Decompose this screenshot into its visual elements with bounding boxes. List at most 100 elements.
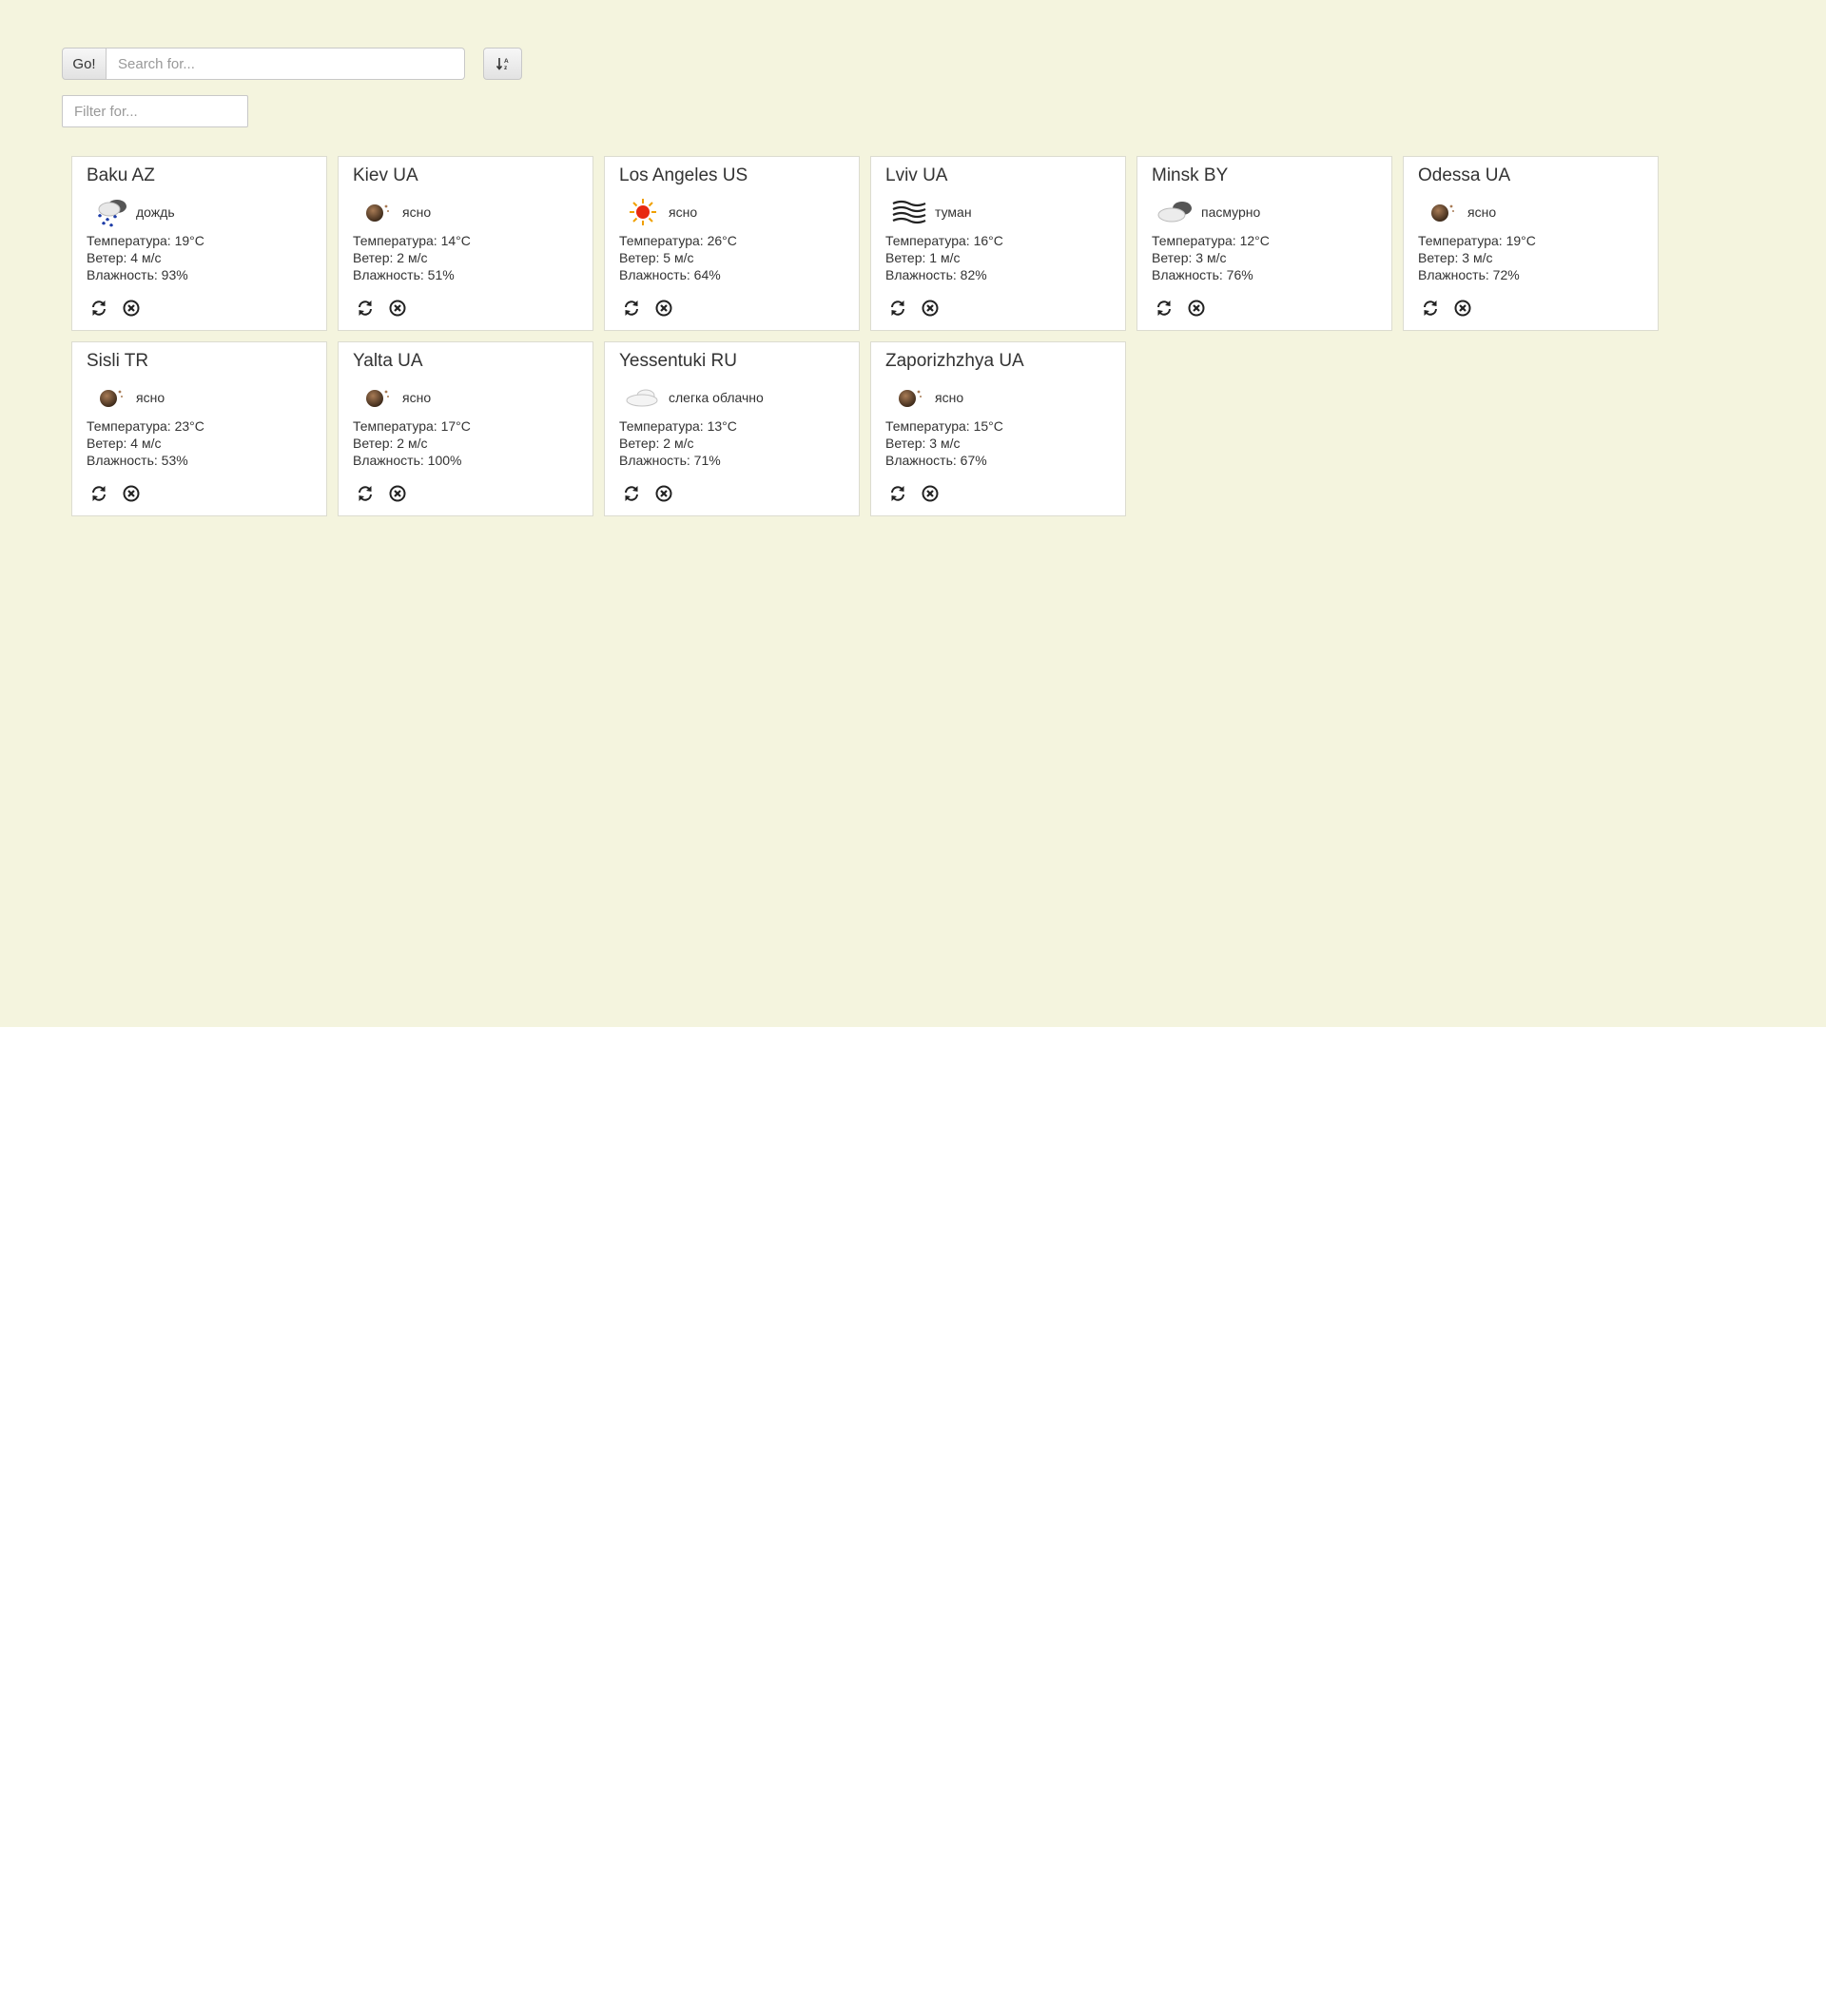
humidity: Влажность: 72% [1418, 267, 1520, 282]
weather-card: Baku AZ дождь Температура: 19°C Ветер: 4 м/… [71, 156, 327, 331]
weather-stats: Температура: 17°C Ветер: 2 м/с Влажность: … [353, 417, 578, 469]
remove-button[interactable] [121, 483, 142, 504]
go-button[interactable]: Go! [62, 48, 107, 80]
weather-stats: Температура: 19°C Ветер: 4 м/с Влажность: … [87, 232, 312, 283]
refresh-icon [359, 300, 372, 316]
weather-stats: Температура: 23°C Ветер: 4 м/с Влажность: … [87, 417, 312, 469]
remove-button[interactable] [121, 298, 142, 319]
card-actions [887, 483, 941, 504]
refresh-button[interactable] [88, 298, 109, 319]
condition-row: ясно [1418, 193, 1643, 231]
refresh-button[interactable] [355, 298, 376, 319]
remove-button[interactable] [387, 298, 408, 319]
weather-stats: Температура: 15°C Ветер: 3 м/с Влажность: … [885, 417, 1111, 469]
weather-card: Los Angeles US ясно Температура: 26°C Ветер… [604, 156, 860, 331]
remove-circle-icon [1188, 300, 1205, 317]
weather-cards: Baku AZ дождь Температура: 19°C Ветер: 4 м/… [71, 156, 1669, 516]
remove-button[interactable] [920, 298, 941, 319]
humidity: Влажность: 64% [619, 267, 721, 282]
card-actions [355, 298, 408, 319]
refresh-icon [891, 486, 904, 501]
city-name: Kiev UA [353, 165, 418, 185]
city-name: Sisli TR [87, 351, 149, 371]
card-actions [1420, 298, 1473, 319]
condition-text: пасмурно [1201, 204, 1261, 220]
humidity: Влажность: 71% [619, 453, 721, 468]
search-bar: Go! [62, 48, 465, 80]
remove-button[interactable] [1452, 298, 1473, 319]
refresh-button[interactable] [88, 483, 109, 504]
refresh-button[interactable] [887, 483, 908, 504]
temperature: Температура: 16°C [885, 233, 1003, 248]
remove-button[interactable] [1186, 298, 1207, 319]
remove-button[interactable] [387, 483, 408, 504]
humidity: Влажность: 76% [1152, 267, 1253, 282]
weather-card: Odessa UA ясно Температура: 19°C Ветер: 3 м… [1403, 156, 1659, 331]
remove-circle-icon [922, 300, 939, 317]
clear-night-icon [353, 378, 400, 417]
condition-row: ясно [885, 378, 1111, 417]
filter-input[interactable] [62, 95, 248, 127]
wind: Ветер: 3 м/с [885, 436, 961, 451]
temperature: Температура: 13°C [619, 418, 737, 434]
city-name: Baku AZ [87, 165, 155, 185]
refresh-icon [1157, 300, 1171, 316]
refresh-button[interactable] [1154, 298, 1175, 319]
wind: Ветер: 2 м/с [353, 250, 428, 265]
condition-text: туман [935, 204, 972, 220]
city-name: Lviv UA [885, 165, 948, 185]
condition-text: слегка облачно [669, 390, 764, 405]
sort-button[interactable]: A z [483, 48, 522, 80]
search-input[interactable] [107, 48, 465, 80]
clear-night-icon [885, 378, 933, 417]
wind: Ветер: 4 м/с [87, 436, 162, 451]
refresh-button[interactable] [355, 483, 376, 504]
cloud-icon [619, 378, 667, 417]
refresh-icon [359, 486, 372, 501]
remove-button[interactable] [653, 298, 674, 319]
remove-circle-icon [655, 485, 672, 502]
weather-card: Sisli TR ясно Температура: 23°C Ветер: 4 м/… [71, 341, 327, 516]
city-name: Yessentuki RU [619, 351, 737, 371]
remove-button[interactable] [653, 483, 674, 504]
temperature: Температура: 26°C [619, 233, 737, 248]
weather-stats: Температура: 14°C Ветер: 2 м/с Влажность: … [353, 232, 578, 283]
condition-row: дождь [87, 193, 312, 231]
remove-button[interactable] [920, 483, 941, 504]
wind: Ветер: 2 м/с [353, 436, 428, 451]
wind: Ветер: 3 м/с [1418, 250, 1493, 265]
city-name: Los Angeles US [619, 165, 748, 185]
condition-text: ясно [402, 390, 432, 405]
humidity: Влажность: 53% [87, 453, 188, 468]
condition-text: ясно [935, 390, 964, 405]
weather-stats: Температура: 12°C Ветер: 3 м/с Влажность: … [1152, 232, 1377, 283]
wind: Ветер: 4 м/с [87, 250, 162, 265]
humidity: Влажность: 82% [885, 267, 987, 282]
wind: Ветер: 5 м/с [619, 250, 694, 265]
svg-text:A: A [504, 58, 509, 65]
card-actions [887, 298, 941, 319]
humidity: Влажность: 51% [353, 267, 455, 282]
weather-stats: Температура: 16°C Ветер: 1 м/с Влажность: … [885, 232, 1111, 283]
remove-circle-icon [123, 485, 140, 502]
condition-text: ясно [136, 390, 165, 405]
remove-circle-icon [1454, 300, 1471, 317]
clear-night-icon [353, 193, 400, 231]
remove-circle-icon [389, 300, 406, 317]
humidity: Влажность: 93% [87, 267, 188, 282]
refresh-button[interactable] [621, 483, 642, 504]
sun-icon [619, 193, 667, 231]
temperature: Температура: 19°C [1418, 233, 1536, 248]
svg-text:z: z [504, 65, 508, 71]
refresh-button[interactable] [887, 298, 908, 319]
refresh-button[interactable] [621, 298, 642, 319]
condition-text: дождь [136, 204, 175, 220]
refresh-icon [92, 300, 106, 316]
refresh-icon [625, 486, 638, 501]
refresh-button[interactable] [1420, 298, 1441, 319]
weather-card: Lviv UA туман Температура: 16°C Ветер: 1 м/… [870, 156, 1126, 331]
temperature: Температура: 19°C [87, 233, 204, 248]
clear-night-icon [1418, 193, 1466, 231]
card-actions [355, 483, 408, 504]
wind: Ветер: 1 м/с [885, 250, 961, 265]
